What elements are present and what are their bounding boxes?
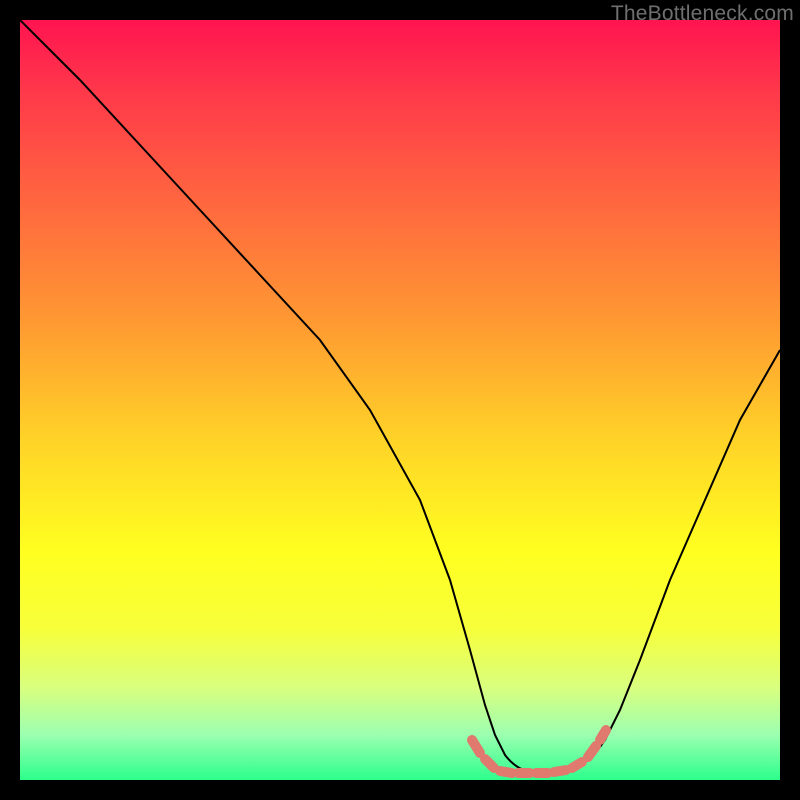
- chart-frame: TheBottleneck.com: [0, 0, 800, 800]
- bottleneck-curve: [20, 20, 780, 780]
- watermark-text: TheBottleneck.com: [611, 2, 794, 26]
- valley-markers: [472, 730, 606, 773]
- curve-path: [20, 20, 780, 772]
- plot-area: [20, 20, 780, 780]
